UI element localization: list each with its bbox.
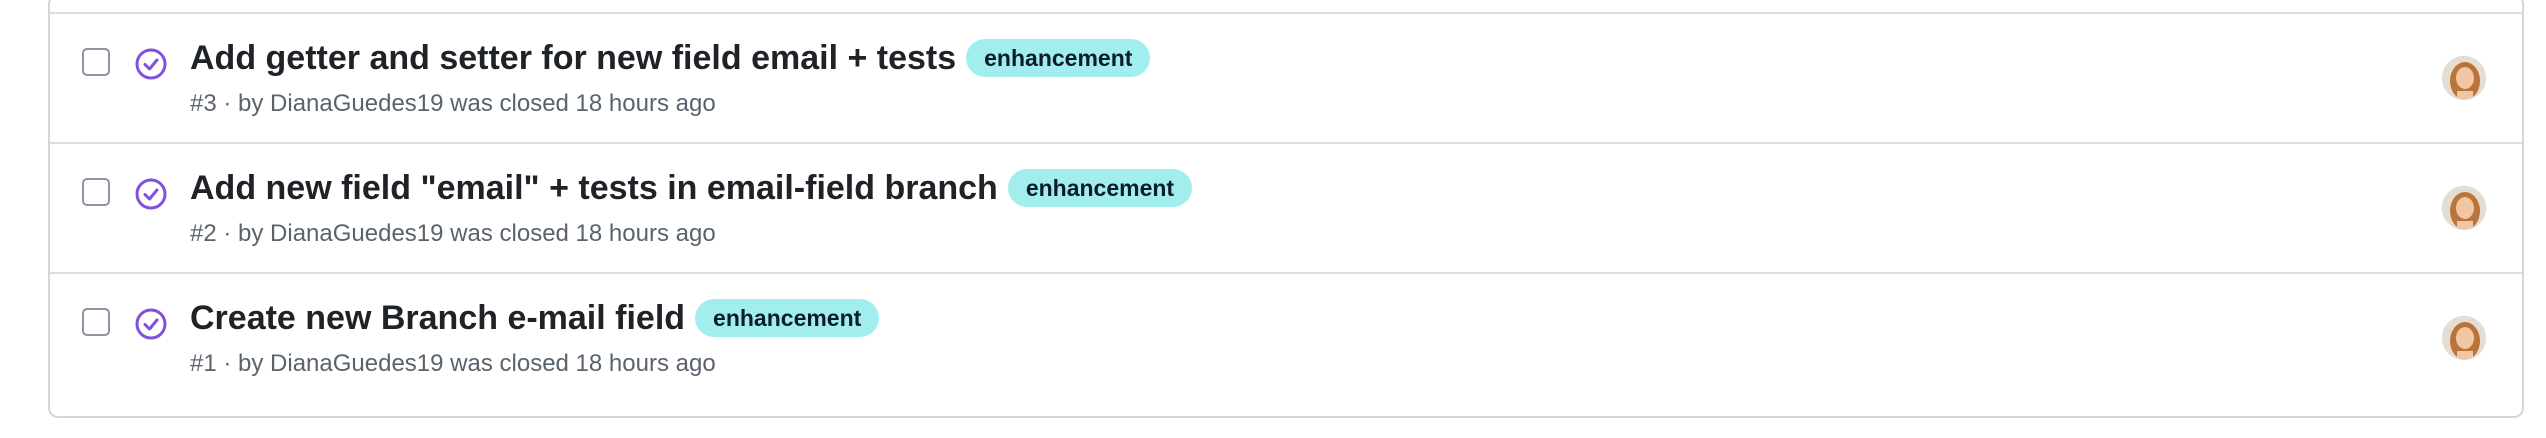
- issue-list: Add getter and setter for new field emai…: [48, 0, 2524, 418]
- avatar-image: [2443, 187, 2485, 229]
- issue-meta: #2 · by DianaGuedes19 was closed 18 hour…: [190, 220, 716, 247]
- issue-meta: #1 · by DianaGuedes19 was closed 18 hour…: [190, 350, 716, 377]
- label-badge[interactable]: enhancement: [695, 299, 880, 337]
- issue-closed-icon: [135, 308, 167, 340]
- issue-row[interactable]: Create new Branch e-mail field enhanceme…: [50, 272, 2522, 402]
- label-badge[interactable]: enhancement: [966, 39, 1151, 77]
- issue-meta: #3 · by DianaGuedes19 was closed 18 hour…: [190, 90, 716, 117]
- issue-row[interactable]: Add new field "email" + tests in email-f…: [50, 142, 2522, 272]
- author-avatar[interactable]: [2442, 186, 2486, 230]
- issue-closed-icon: [135, 48, 167, 80]
- author-avatar[interactable]: [2442, 56, 2486, 100]
- issue-row[interactable]: Add getter and setter for new field emai…: [50, 12, 2522, 142]
- select-issue-checkbox[interactable]: [82, 48, 110, 76]
- issue-title-line: Add new field "email" + tests in email-f…: [190, 166, 1193, 210]
- issue-title-link[interactable]: Add new field "email" + tests in email-f…: [190, 166, 998, 210]
- issue-title-link[interactable]: Create new Branch e-mail field: [190, 296, 685, 340]
- select-issue-checkbox[interactable]: [82, 308, 110, 336]
- label-badge[interactable]: enhancement: [1007, 169, 1193, 207]
- issue-closed-icon: [135, 178, 167, 210]
- issue-title-line: Create new Branch e-mail field enhanceme…: [190, 296, 880, 340]
- avatar-image: [2443, 317, 2485, 359]
- issue-title-link[interactable]: Add getter and setter for new field emai…: [190, 36, 956, 80]
- author-avatar[interactable]: [2442, 316, 2486, 360]
- avatar-image: [2443, 57, 2485, 99]
- select-issue-checkbox[interactable]: [82, 178, 110, 206]
- issue-title-line: Add getter and setter for new field emai…: [190, 36, 1151, 80]
